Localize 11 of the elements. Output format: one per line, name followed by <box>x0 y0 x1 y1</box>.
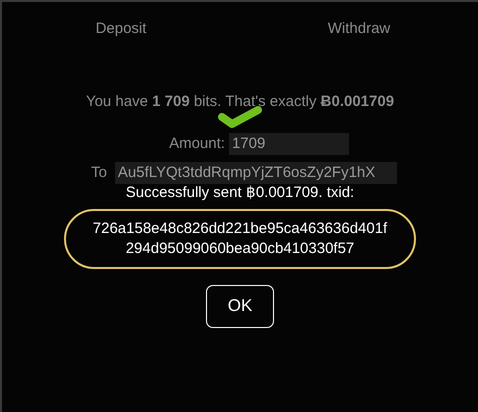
address-field[interactable]: Au5fLYQt3tddRqmpYjZT6osZy2Fy1hX <box>114 162 397 184</box>
to-label: To <box>91 162 107 182</box>
ok-button[interactable]: OK <box>206 284 274 328</box>
success-message: Successfully sent ฿0.001709. txid: <box>126 183 354 203</box>
balance-text: You have 1 709 bits. That's exactly Ƀ0.001709 <box>86 92 394 110</box>
amount-label: Amount: <box>169 134 225 154</box>
checkmark-icon <box>217 105 263 129</box>
txid-text: 726a158e48c826dd221be95ca463636d401f 294d95099060bea90cb410330f57 <box>64 208 416 268</box>
tab[interactable]: Deposit <box>96 16 146 42</box>
tab[interactable]: Withdraw <box>328 16 390 42</box>
amount-field[interactable]: 1709 <box>228 133 349 156</box>
